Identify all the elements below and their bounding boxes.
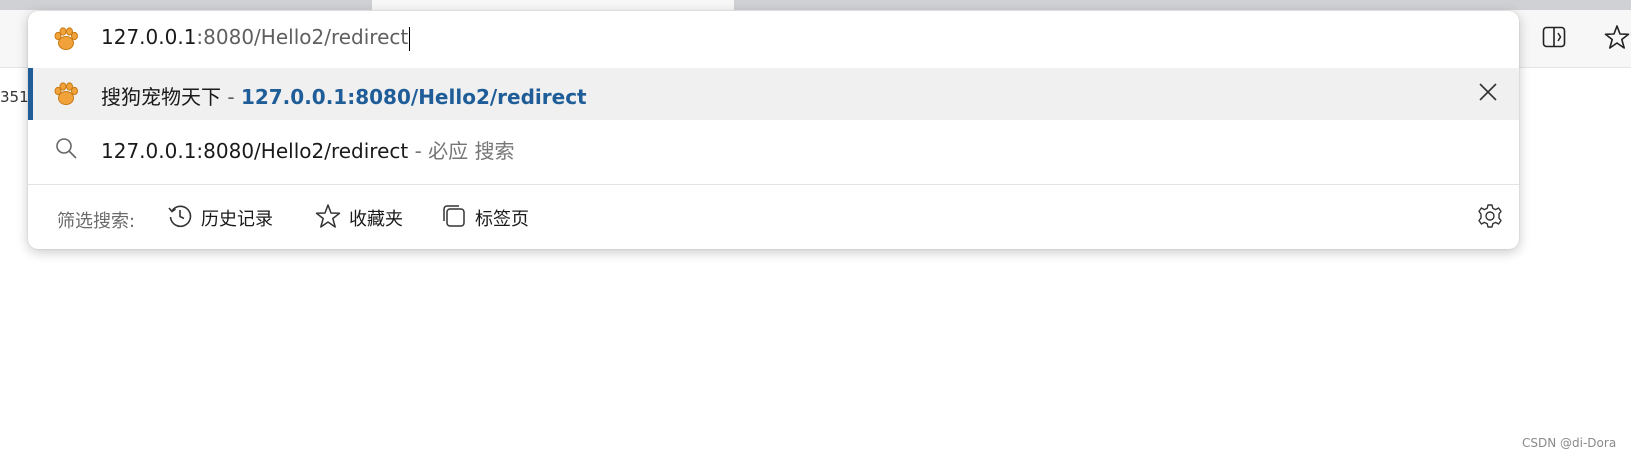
search-icon bbox=[50, 132, 82, 164]
search-filter-bar: 筛选搜索: 历史记录 收藏夹 标签页 bbox=[28, 194, 1519, 242]
search-query: 127.0.0.1:8080/Hello2/redirect bbox=[101, 139, 409, 163]
favorite-button[interactable] bbox=[1603, 25, 1631, 53]
address-bar-dropdown: 127.0.0.1:8080/Hello2/redirect 搜狗宠物天下 - … bbox=[28, 11, 1519, 249]
search-separator: - bbox=[408, 139, 429, 163]
filter-history-label: 历史记录 bbox=[201, 209, 273, 230]
search-suggestion-text: 127.0.0.1:8080/Hello2/redirect - 必应 搜索 bbox=[101, 135, 515, 164]
gear-icon bbox=[1477, 203, 1503, 233]
remove-suggestion-button[interactable] bbox=[1473, 79, 1503, 109]
filter-tabs-button[interactable]: 标签页 bbox=[441, 202, 529, 234]
text-caret bbox=[409, 26, 411, 51]
suggestion-url: 127.0.0.1:8080/Hello2/redirect bbox=[240, 85, 587, 109]
close-icon bbox=[1477, 81, 1499, 107]
tabs-icon bbox=[441, 203, 467, 233]
paw-favicon-icon bbox=[50, 23, 82, 55]
history-icon bbox=[167, 203, 193, 233]
star-icon bbox=[315, 203, 341, 233]
paw-favicon-icon bbox=[50, 78, 82, 110]
filter-history-button[interactable]: 历史记录 bbox=[167, 202, 273, 234]
address-input-text[interactable]: 127.0.0.1:8080/Hello2/redirect bbox=[101, 25, 411, 51]
address-input[interactable]: 127.0.0.1:8080/Hello2/redirect bbox=[28, 11, 1519, 67]
active-tab[interactable] bbox=[372, 0, 734, 10]
dropdown-divider bbox=[28, 184, 1519, 185]
split-screen-button[interactable] bbox=[1540, 25, 1568, 53]
address-autocomplete-text: :8080/Hello2/redirect bbox=[196, 25, 409, 49]
suggestion-search-item[interactable]: 127.0.0.1:8080/Hello2/redirect - 必应 搜索 bbox=[28, 121, 1519, 175]
suggestion-separator: - bbox=[221, 85, 241, 109]
watermark: CSDN @di-Dora bbox=[1522, 436, 1617, 450]
filter-favorites-button[interactable]: 收藏夹 bbox=[315, 202, 403, 234]
suggestion-settings-button[interactable] bbox=[1475, 203, 1505, 233]
filter-favorites-label: 收藏夹 bbox=[349, 209, 403, 230]
filter-label: 筛选搜索: bbox=[57, 211, 136, 232]
filter-tabs-label: 标签页 bbox=[475, 209, 529, 230]
split-screen-icon bbox=[1542, 26, 1566, 52]
tab-strip bbox=[0, 0, 1631, 10]
suggestion-title: 搜狗宠物天下 bbox=[101, 85, 221, 109]
suggestion-text: 搜狗宠物天下 - 127.0.0.1:8080/Hello2/redirect bbox=[101, 81, 587, 110]
address-typed-text: 127.0.0.1 bbox=[101, 25, 197, 49]
star-icon bbox=[1604, 24, 1630, 54]
search-engine-label: 必应 搜索 bbox=[428, 139, 515, 163]
page-text-fragment: 351 bbox=[0, 88, 29, 106]
suggestion-history-item[interactable]: 搜狗宠物天下 - 127.0.0.1:8080/Hello2/redirect bbox=[28, 68, 1519, 120]
